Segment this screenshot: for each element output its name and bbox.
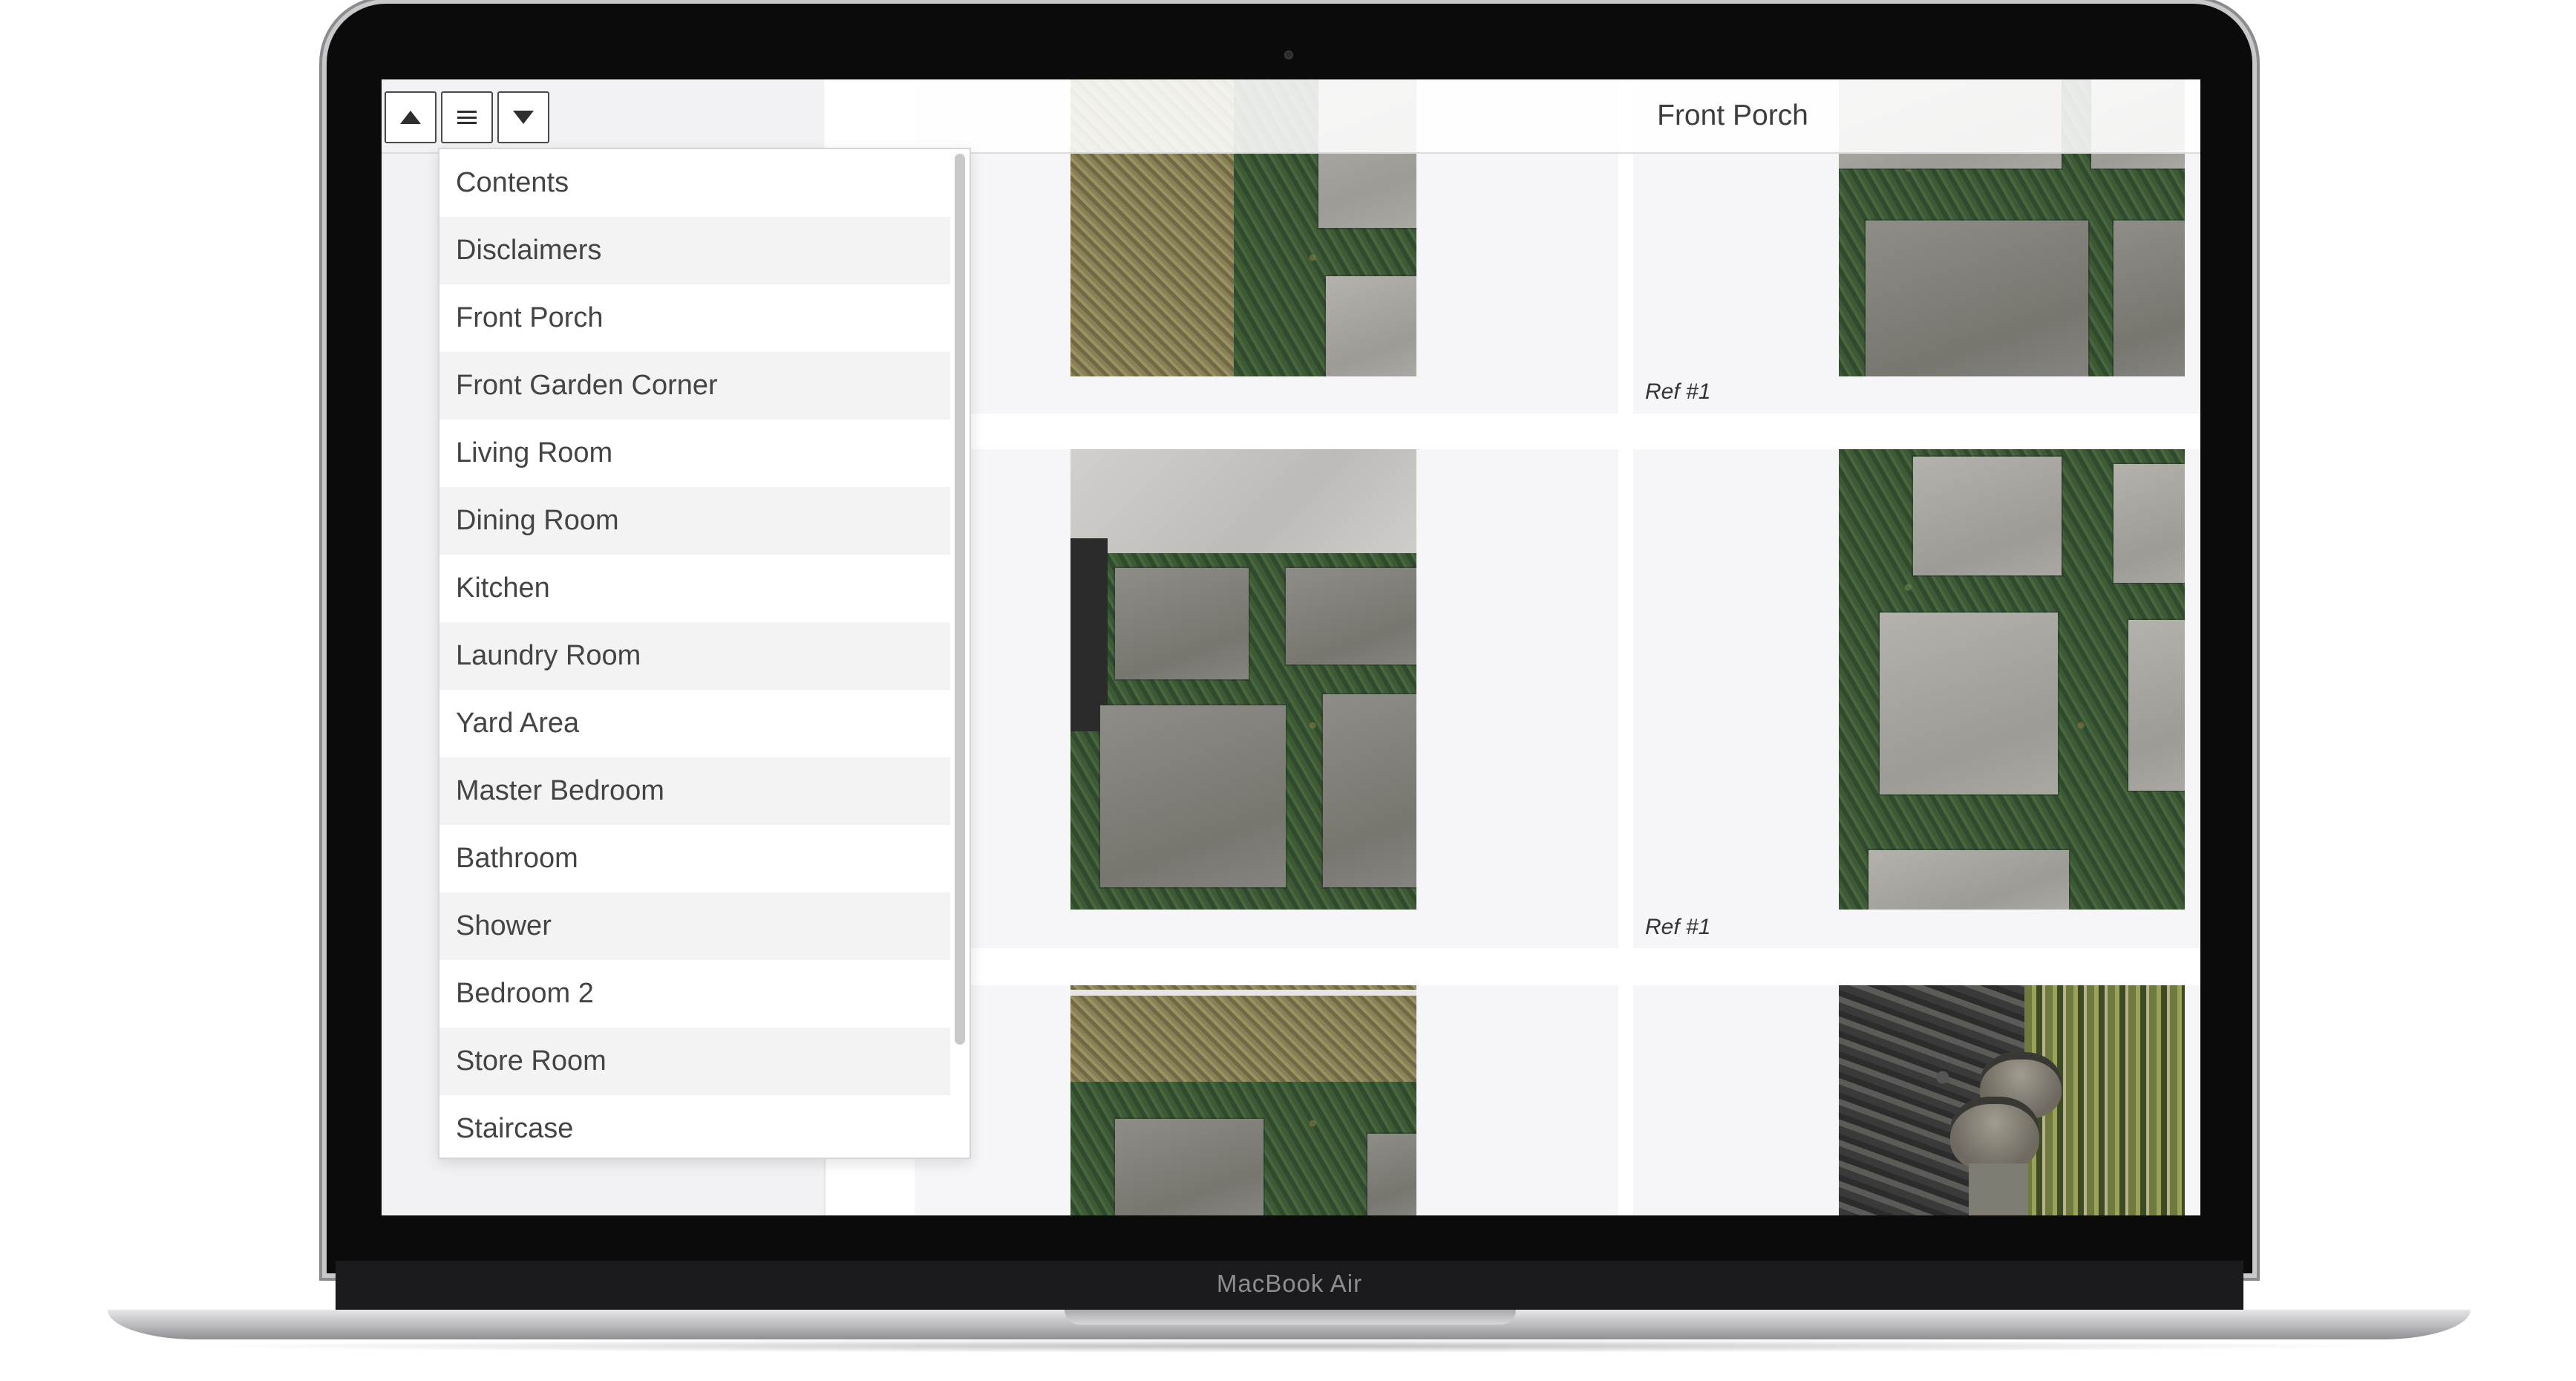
menu-scrollbar[interactable] [955, 154, 965, 1045]
menu-item-disclaimers[interactable]: Disclaimers [439, 217, 950, 284]
triangle-down-icon [513, 111, 534, 124]
hamburger-icon [457, 111, 477, 124]
webcam-icon [1284, 50, 1293, 59]
menu-item-kitchen[interactable]: Kitchen [439, 555, 950, 622]
menu-item-contents[interactable]: Contents [439, 149, 950, 217]
photo-image[interactable] [1070, 985, 1416, 1215]
menu-item-front-garden-corner[interactable]: Front Garden Corner [439, 352, 950, 419]
photo-ref-label: Ref #1 [1645, 915, 1711, 939]
menu-item-staircase[interactable]: Staircase [439, 1095, 950, 1163]
menu-item-dining-room[interactable]: Dining Room [439, 487, 950, 555]
menu-item-bathroom[interactable]: Bathroom [439, 825, 950, 892]
laptop-brand-label: MacBook Air [1216, 1270, 1363, 1297]
previous-page-button[interactable] [385, 91, 437, 143]
laptop-base-notch [1065, 1310, 1516, 1325]
photo-image[interactable] [1839, 449, 2185, 910]
triangle-up-icon [400, 111, 421, 124]
page-title: Front Porch [1657, 99, 1808, 131]
top-bar: Front Porch [382, 79, 2200, 154]
menu-item-living-room[interactable]: Living Room [439, 419, 950, 487]
menu-item-store-room[interactable]: Store Room [439, 1028, 950, 1095]
menu-item-master-bedroom[interactable]: Master Bedroom [439, 757, 950, 825]
top-bar-background [824, 79, 2200, 152]
next-page-button[interactable] [497, 91, 549, 143]
section-menu[interactable]: Contents Disclaimers Front Porch Front G… [438, 148, 971, 1159]
menu-item-shower[interactable]: Shower [439, 892, 950, 960]
photo-image[interactable] [1070, 449, 1416, 910]
menu-item-yard-area[interactable]: Yard Area [439, 690, 950, 757]
menu-item-front-porch[interactable]: Front Porch [439, 284, 950, 352]
menu-item-bedroom-2[interactable]: Bedroom 2 [439, 960, 950, 1028]
laptop-base-shadow [171, 1339, 2405, 1353]
photo-ref-label: Ref #1 [1645, 379, 1711, 404]
menu-toggle-button[interactable] [441, 91, 493, 143]
screen: Ref #1 Ref #1 Front Porch Contents Discl… [382, 79, 2200, 1215]
menu-item-laundry-room[interactable]: Laundry Room [439, 622, 950, 690]
photo-image[interactable] [1839, 985, 2185, 1215]
photo-content-area[interactable]: Ref #1 Ref #1 [826, 79, 2200, 1215]
